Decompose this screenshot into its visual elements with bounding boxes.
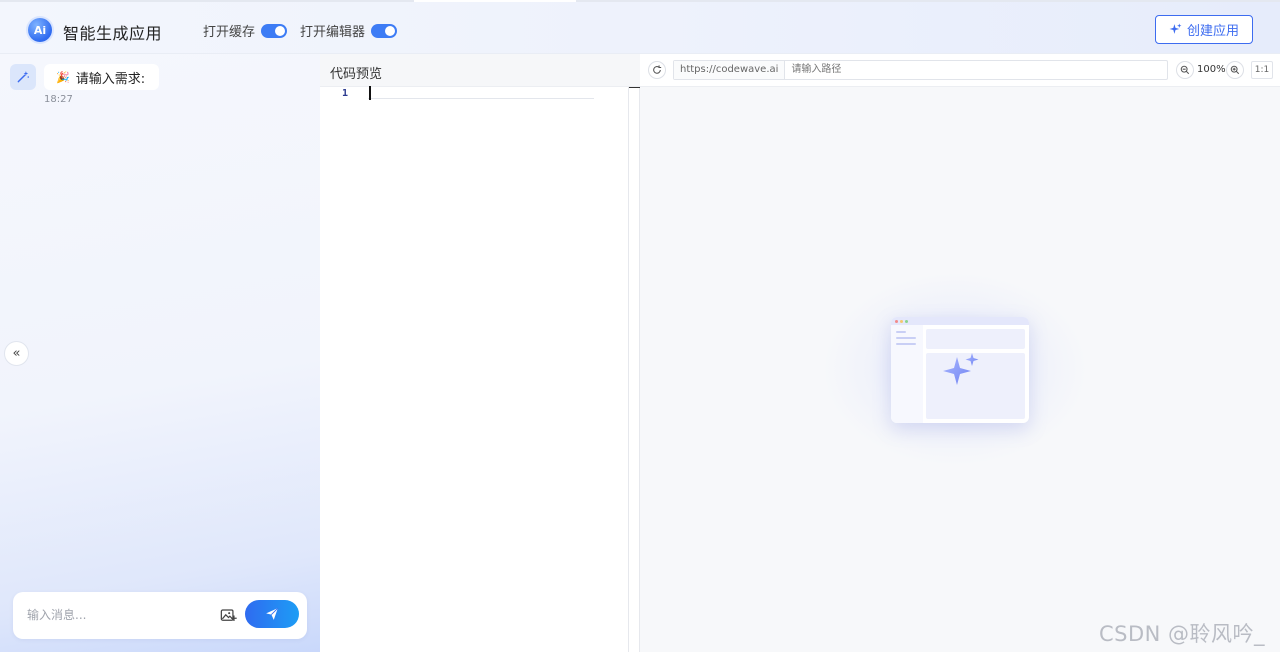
path-input[interactable]: [785, 61, 1166, 79]
zoom-out-icon: [1180, 65, 1190, 75]
refresh-icon: [653, 65, 662, 74]
message-input-box: [13, 592, 307, 639]
bot-message-text: 请输入需求:: [75, 71, 146, 87]
send-button[interactable]: [245, 600, 299, 628]
app-preview-panel: https://codewave.ai 100% 1:1: [640, 54, 1280, 652]
bot-avatar: [10, 64, 36, 90]
url-base: https://codewave.ai: [674, 61, 786, 79]
app-logo-icon: Ai: [28, 18, 52, 42]
upload-image-button[interactable]: [218, 605, 238, 625]
app-title: 智能生成应用: [63, 24, 163, 43]
sparkle-icon: [1169, 23, 1182, 34]
cache-toggle-group[interactable]: 打开缓存: [203, 21, 288, 40]
double-chevron-left-icon: «: [12, 346, 21, 361]
code-preview-header: 代码预览: [320, 54, 640, 87]
create-app-button[interactable]: 创建应用: [1155, 15, 1253, 44]
illustration-sidebar: [891, 325, 923, 423]
message-timestamp: 18:27: [44, 94, 73, 105]
url-field: https://codewave.ai: [673, 60, 1168, 80]
editor-scroll-marker: [629, 87, 640, 88]
code-preview-title: 代码预览: [330, 67, 383, 82]
zoom-in-button[interactable]: [1226, 61, 1244, 79]
window-top-strip: [0, 0, 1280, 2]
zoom-level: 100%: [1197, 64, 1226, 75]
zoom-out-button[interactable]: [1176, 61, 1194, 79]
editor-toggle-label: 打开编辑器: [300, 25, 366, 40]
preview-url-bar: https://codewave.ai 100% 1:1: [640, 54, 1280, 87]
line-number: 1: [342, 88, 349, 99]
active-tab-indicator: [414, 0, 576, 2]
refresh-button[interactable]: [648, 61, 666, 79]
actual-size-button[interactable]: 1:1: [1251, 61, 1273, 79]
message-input[interactable]: [27, 605, 207, 625]
top-header: Ai 智能生成应用 打开缓存 打开编辑器 创建应用: [0, 0, 1280, 54]
editor-toggle-switch[interactable]: [371, 23, 398, 38]
editor-toggle-group[interactable]: 打开编辑器: [300, 21, 398, 40]
cache-toggle-label: 打开缓存: [203, 25, 256, 40]
illustration-card: [926, 329, 1025, 349]
cache-toggle-switch[interactable]: [261, 23, 288, 38]
editor-scrollbar[interactable]: [628, 87, 629, 652]
code-editor-line[interactable]: [368, 87, 594, 99]
illustration-titlebar: [891, 317, 1029, 325]
sparkle-icon: [943, 353, 979, 385]
zoom-in-icon: [1230, 65, 1240, 75]
text-caret: [369, 86, 371, 100]
bot-message-bubble: 🎉 请输入需求:: [44, 64, 160, 90]
paper-plane-icon: [266, 607, 279, 620]
create-app-label: 创建应用: [1186, 24, 1239, 39]
illustration-dot: [900, 320, 903, 323]
empty-preview-illustration: [891, 317, 1029, 423]
collapse-panel-button[interactable]: «: [4, 341, 29, 366]
chat-panel: 🎉 请输入需求: 18:27 «: [0, 54, 320, 652]
illustration-dot: [895, 320, 898, 323]
watermark: CSDN @聆风吟_: [1099, 622, 1266, 646]
image-upload-icon: [220, 608, 237, 621]
illustration-dot: [905, 320, 908, 323]
code-preview-panel: 代码预览 1: [320, 54, 640, 652]
party-icon: 🎉: [56, 70, 70, 84]
magic-wand-icon: [17, 71, 30, 83]
